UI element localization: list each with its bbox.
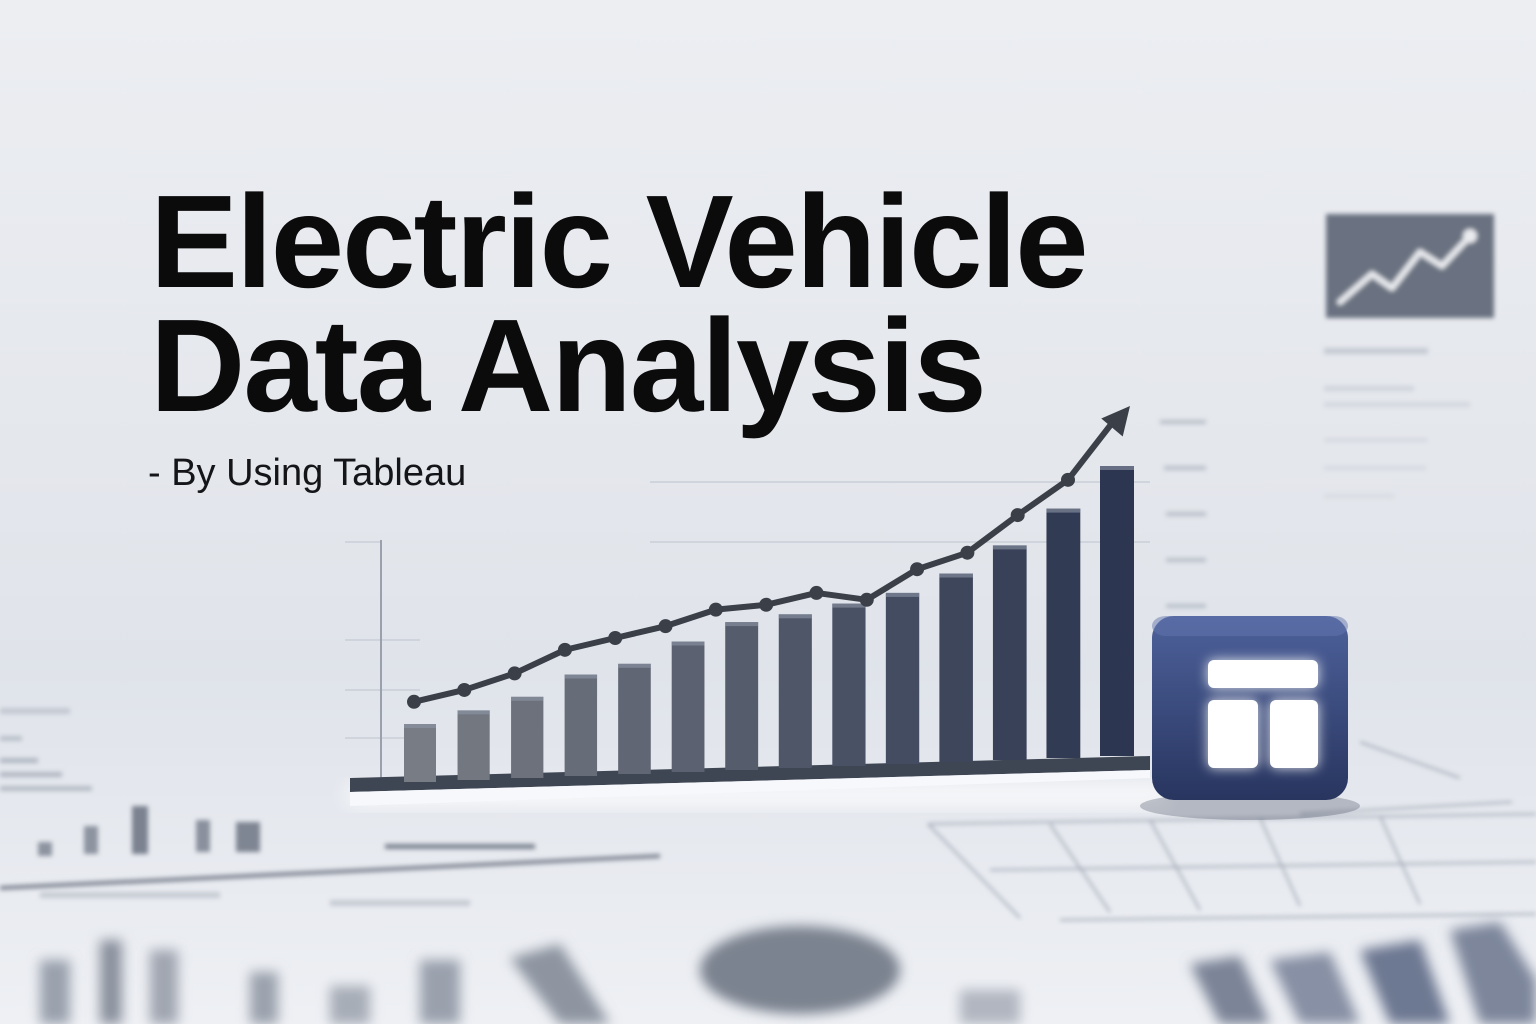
title-block: Electric Vehicle Data Analysis [150,168,1200,439]
title-line-1: Electric Vehicle [150,168,1089,315]
subtitle: - By Using Tableau [148,452,467,494]
tableau-cube [1140,616,1360,820]
slide-canvas: Electric Vehicle Data Analysis - By Usin… [0,0,1536,1024]
title-line-2: Data Analysis [150,292,987,439]
